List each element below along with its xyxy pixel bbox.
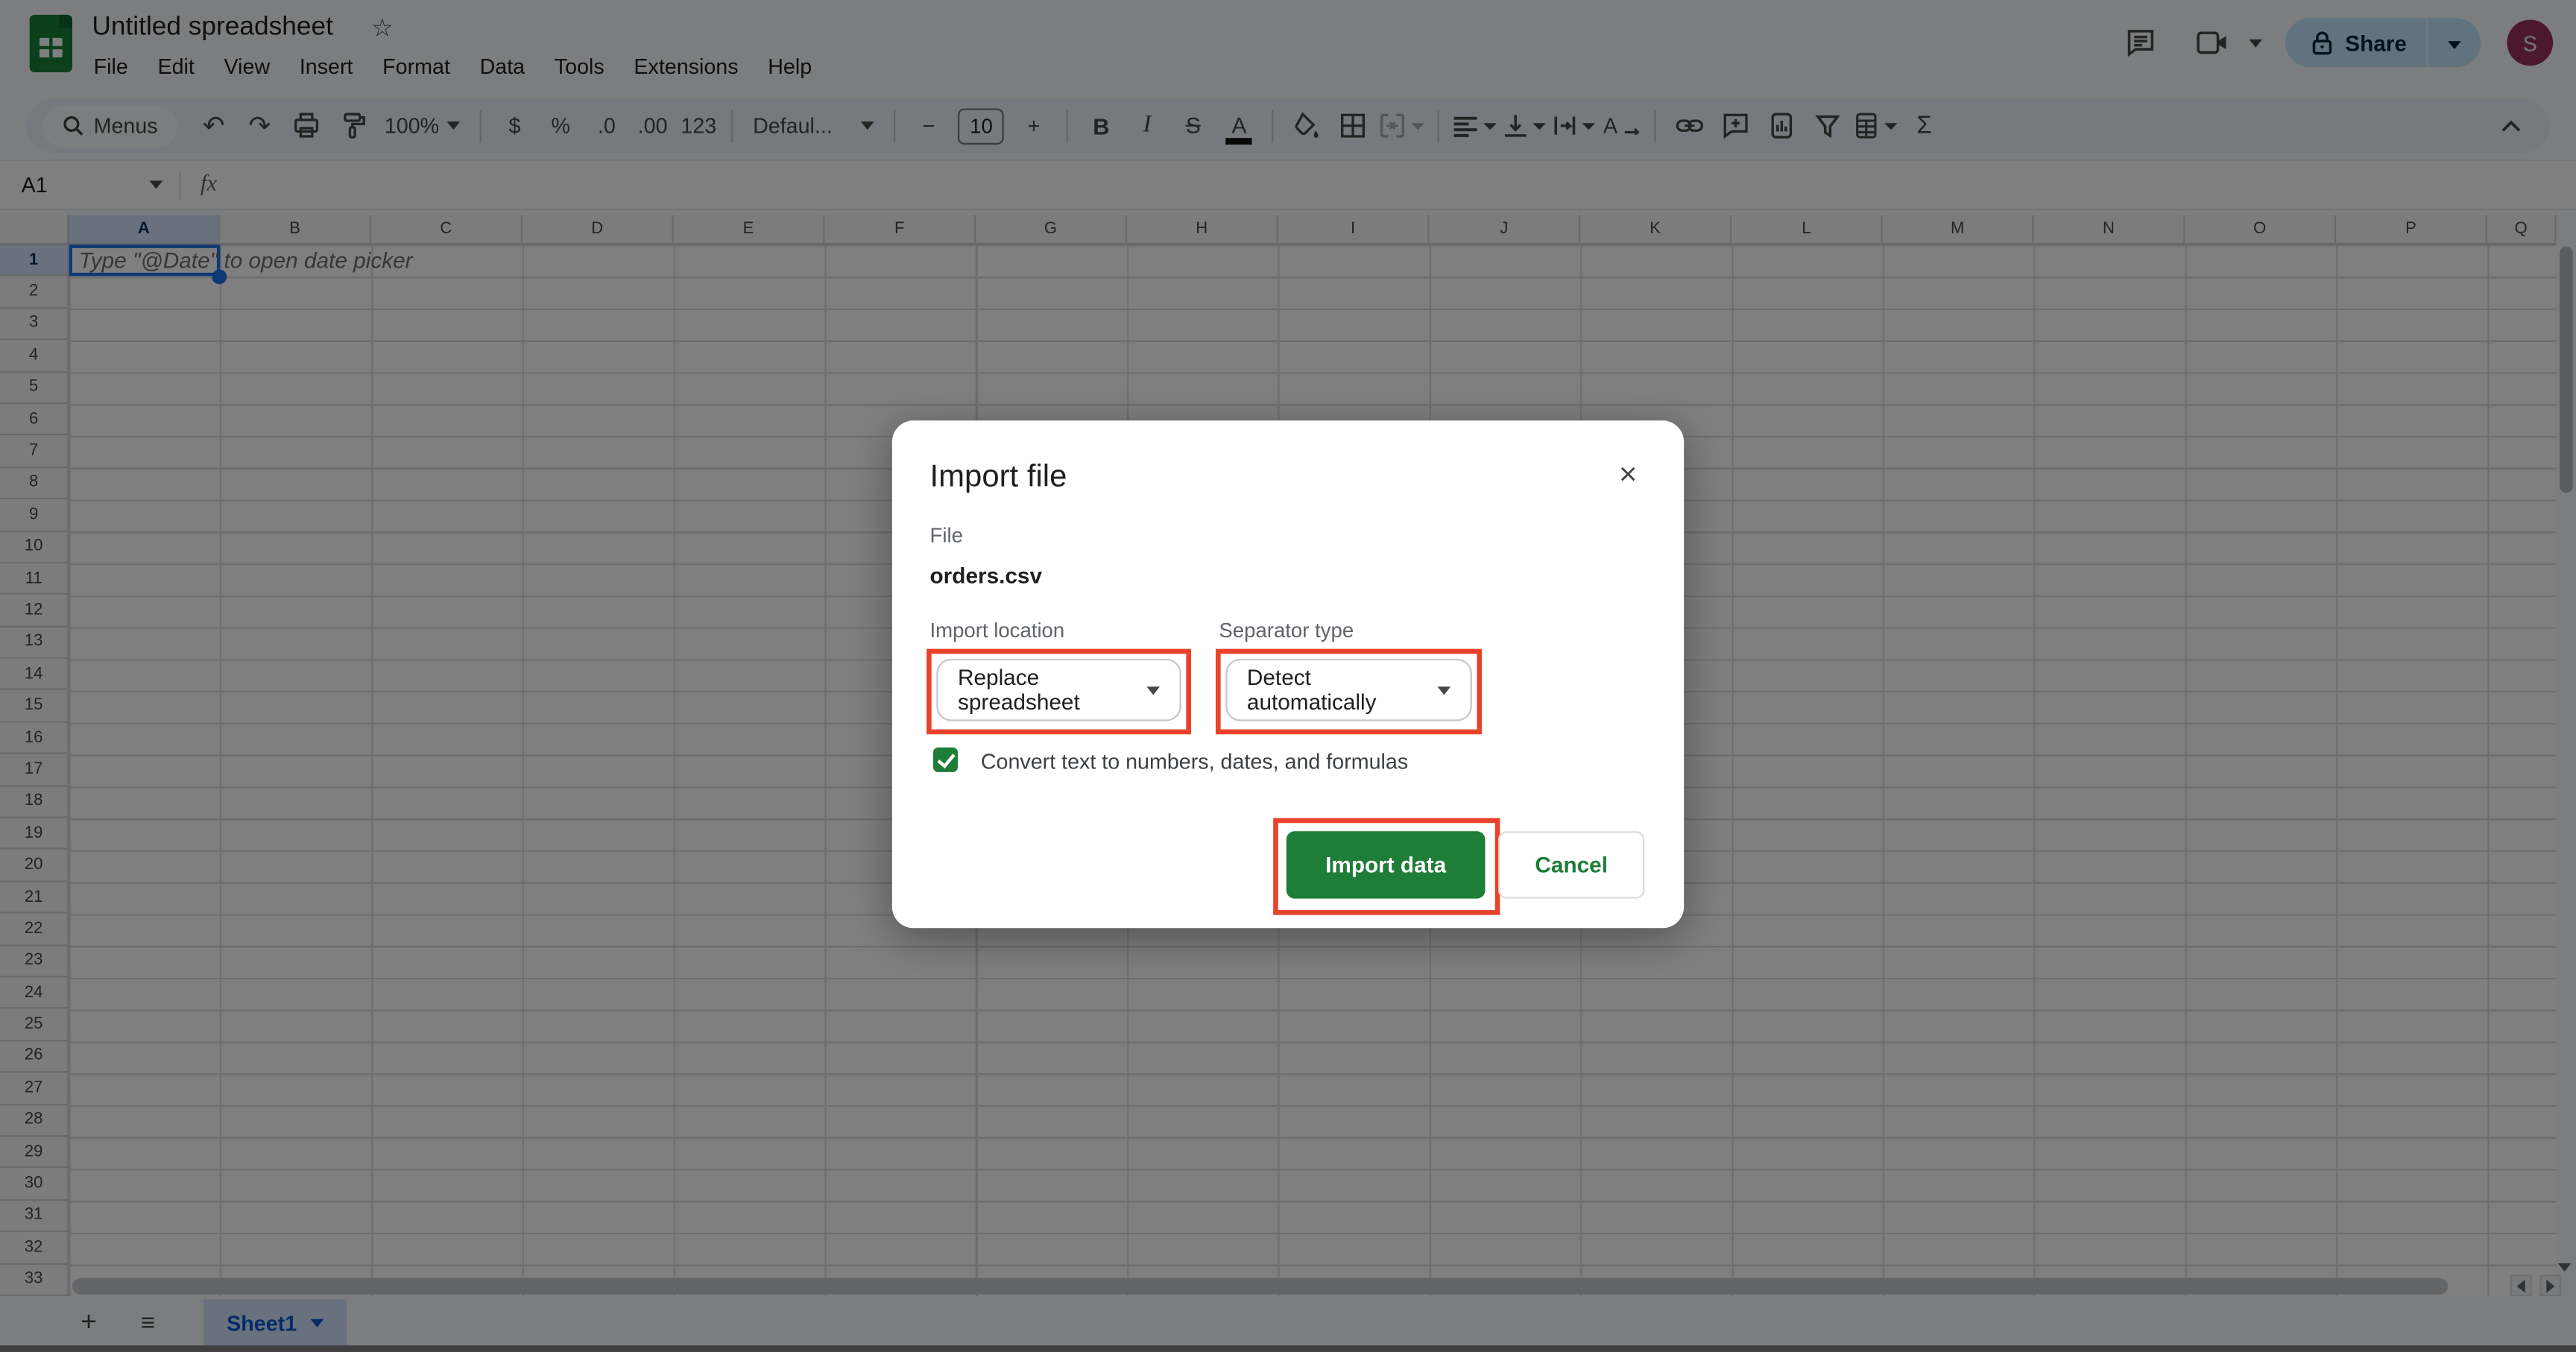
import-location-dropdown[interactable]: Replace spreadsheet [936,658,1181,721]
dialog-title: Import file [929,460,1067,495]
separator-type-label: Separator type [1219,619,1354,642]
separator-type-dropdown[interactable]: Detect automatically [1225,658,1472,721]
import-file-dialog: Import file × File orders.csv Import loc… [891,420,1685,929]
import-data-button[interactable]: Import data [1286,831,1486,899]
cancel-button[interactable]: Cancel [1498,831,1645,899]
close-icon[interactable]: × [1609,457,1648,496]
convert-text-checkbox-label: Convert text to numbers, dates, and form… [980,749,1409,774]
file-name: orders.csv [929,563,1043,589]
google-sheets-window: Untitled spreadsheet ☆ FileEditViewInser… [0,0,2576,1352]
convert-text-checkbox[interactable] [932,747,958,772]
file-label: File [929,524,963,547]
screen-bottom-edge [0,1345,2576,1352]
import-location-label: Import location [929,619,1065,642]
